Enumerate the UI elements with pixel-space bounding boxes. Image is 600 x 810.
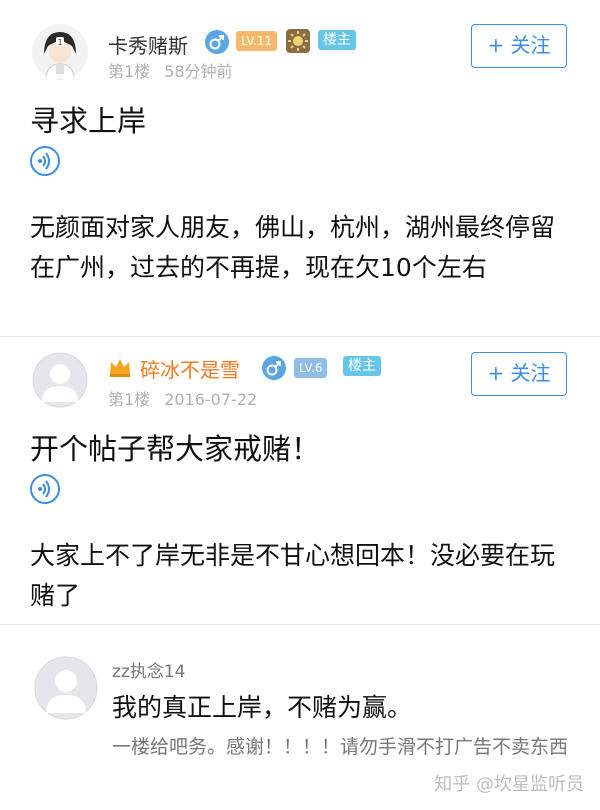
avatar[interactable] [34,656,98,720]
reply-item: zz执念14 我的真正上岸，不赌为赢。 一楼给吧务。感谢！！！！请勿手滑不打广告… [0,0,600,810]
reply-content: 我的真正上岸，不赌为赢。 [112,693,413,722]
watermark: 知乎 @坎星监听员 [434,774,584,795]
reply-username[interactable]: zz执念14 [112,657,185,682]
reply-note: 一楼给吧务。感谢！！！！请勿手滑不打广告不卖东西 [112,736,569,758]
